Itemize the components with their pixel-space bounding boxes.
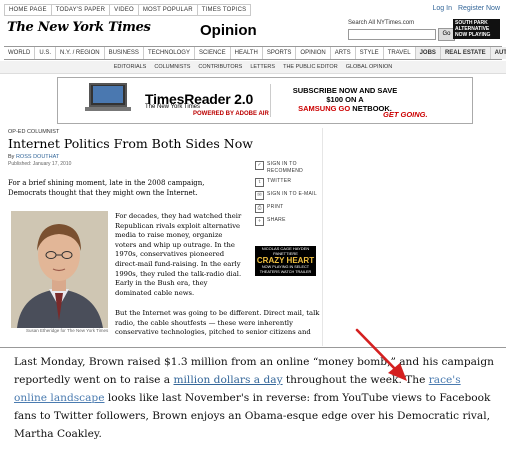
primary-nav: WORLD U.S. N.Y. / REGION BUSINESS TECHNO… [4,46,506,60]
banner-divider [270,84,271,117]
article-paragraph-2: For decades, they had watched their Repu… [115,212,242,297]
section-title: Opinion [200,22,257,39]
tool-twitter-label: TWITTER [267,178,292,184]
subnav-global-opinion[interactable]: GLOBAL OPINION [342,61,397,73]
banner-offer-brand: SAMSUNG GO [298,104,351,113]
banner-cta[interactable]: GET GOING. [383,110,428,119]
subnav-editorials[interactable]: EDITORIALS [110,61,151,73]
crazy-heart-ad[interactable]: NICOLAS CAGE HAYDEN PANETTIERE CRAZY HEA… [255,246,316,276]
subnav-contributors[interactable]: CONTRIBUTORS [194,61,246,73]
recommend-icon: ✓ [255,161,264,170]
tool-share-label: SHARE [267,217,286,223]
banner-product: TimesReader 2.0 [145,91,254,107]
login-link[interactable]: Log In [433,5,452,12]
nav-health[interactable]: HEALTH [231,47,263,59]
subnav-public-editor[interactable]: THE PUBLIC EDITOR [279,61,342,73]
email-icon: ✉ [255,191,264,200]
share-icon: + [255,217,264,226]
twitter-icon: t [255,178,264,187]
article-headline: Internet Politics From Both Sides Now [8,136,253,151]
tool-share[interactable]: + SHARE [255,217,323,226]
nav-arts[interactable]: ARTS [331,47,356,59]
article-kicker: OP-ED COLUMNIST [8,129,60,135]
byline-prefix: By [8,154,16,160]
banner-offer-line1: SUBSCRIBE NOW AND SAVE $100 ON A [292,86,398,104]
article-lede: For a brief shining moment, late in the … [8,179,205,197]
subnav-columnists[interactable]: COLUMNISTS [150,61,194,73]
netbook-screen [93,86,123,103]
tool-print[interactable]: ⎙ PRINT [255,204,323,213]
small-ad-line3: NOW PLAYING [455,32,491,38]
tool-recommend-label: SIGN IN TO RECOMMEND [267,161,304,174]
small-ad[interactable]: SOUTH PARK ALTERNATIVE NOW PLAYING [453,19,500,39]
top-link-video[interactable]: VIDEO [110,5,139,15]
nav-travel[interactable]: TRAVEL [384,47,416,59]
subnav-letters[interactable]: LETTERS [246,61,279,73]
zoomed-excerpt-text: Last Monday, Brown raised $1.3 million f… [14,353,494,443]
nav-business[interactable]: BUSINESS [105,47,144,59]
tool-print-label: PRINT [267,204,284,210]
photo-caption: Susan Etheridge for The New York Times [26,328,109,333]
top-link-home[interactable]: HOME PAGE [5,5,52,15]
nav-us[interactable]: U.S. [35,47,57,59]
search-input[interactable] [348,29,436,40]
nyt-logo[interactable]: The New York Times [7,20,151,35]
tool-email[interactable]: ✉ SIGN IN TO E-MAIL [255,191,323,200]
author-link[interactable]: ROSS DOUTHAT [16,154,59,160]
nav-science[interactable]: SCIENCE [195,47,231,59]
article-byline: By ROSS DOUTHAT [8,154,59,160]
nav-technology[interactable]: TECHNOLOGY [144,47,195,59]
movie-ad-cast: NICOLAS CAGE HAYDEN PANETTIERE [261,246,310,256]
banner-adobe: POWERED BY ADOBE AIR [193,111,269,117]
search-label: Search All NYTimes.com [348,20,415,26]
nav-autos[interactable]: AUTOS [490,47,506,59]
tool-twitter[interactable]: t TWITTER [255,178,323,187]
nav-sports[interactable]: SPORTS [263,47,297,59]
nav-nyregion[interactable]: N.Y. / REGION [56,47,105,59]
article-tools: ✓ SIGN IN TO RECOMMEND t TWITTER ✉ SIGN … [255,161,323,230]
opinion-subnav: EDITORIALS COLUMNISTS CONTRIBUTORS LETTE… [0,61,506,74]
movie-ad-title: CRAZY HEART [256,256,315,265]
tool-email-label: SIGN IN TO E-MAIL [267,191,317,197]
banner-offer: SUBSCRIBE NOW AND SAVE $100 ON A SAMSUNG… [290,86,400,113]
nav-style[interactable]: STYLE [356,47,384,59]
column-divider [322,128,323,346]
nav-jobs[interactable]: JOBS [415,47,441,59]
red-annotation-arrow [355,328,407,381]
published-date: Published: January 17, 2010 [8,161,72,167]
million-dollars-link[interactable]: million dollars a day [174,374,283,386]
movie-ad-footer: NOW PLAYING IN SELECT THEATERS WATCH TRA… [259,265,312,274]
author-photo[interactable] [11,211,108,328]
account-links: Log In Register Now [433,5,500,12]
tool-recommend[interactable]: ✓ SIGN IN TO RECOMMEND [255,161,323,174]
top-link-most-popular[interactable]: MOST POPULAR [139,5,198,15]
netbook-base [85,107,131,111]
author-portrait-illustration [11,211,108,328]
top-links: HOME PAGE TODAY'S PAPER VIDEO MOST POPUL… [4,4,252,16]
nav-world[interactable]: WORLD [4,47,36,59]
top-link-times-topics[interactable]: TIMES TOPICS [198,5,251,15]
nav-real-estate[interactable]: REAL ESTATE [440,47,491,59]
article-paragraph-3: But the Internet was going to be differe… [115,309,320,337]
register-link[interactable]: Register Now [458,5,500,12]
nav-opinion[interactable]: OPINION [296,47,331,59]
top-link-todays-paper[interactable]: TODAY'S PAPER [52,5,111,15]
print-icon: ⎙ [255,204,264,213]
